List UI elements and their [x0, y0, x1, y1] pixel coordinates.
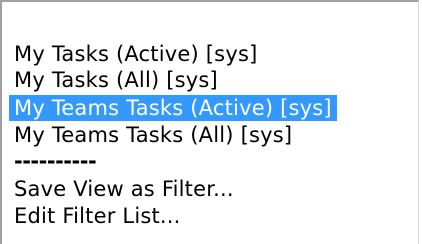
list-item-save-view-as-filter[interactable]: Save View as Filter... [11, 176, 237, 202]
list-item-my-teams-tasks-all[interactable]: My Teams Tasks (All) [sys] [11, 122, 295, 148]
filter-listbox[interactable]: My Tasks (Active) [sys] My Tasks (All) [… [0, 0, 419, 244]
list-item-edit-filter-list[interactable]: Edit Filter List... [11, 203, 184, 229]
list-item-my-tasks-active[interactable]: My Tasks (Active) [sys] [11, 41, 260, 67]
list-item-my-teams-tasks-active[interactable]: My Teams Tasks (Active) [sys] [9, 95, 337, 121]
list-separator: ---------- [14, 149, 97, 173]
list-item-my-tasks-all[interactable]: My Tasks (All) [sys] [11, 67, 221, 93]
